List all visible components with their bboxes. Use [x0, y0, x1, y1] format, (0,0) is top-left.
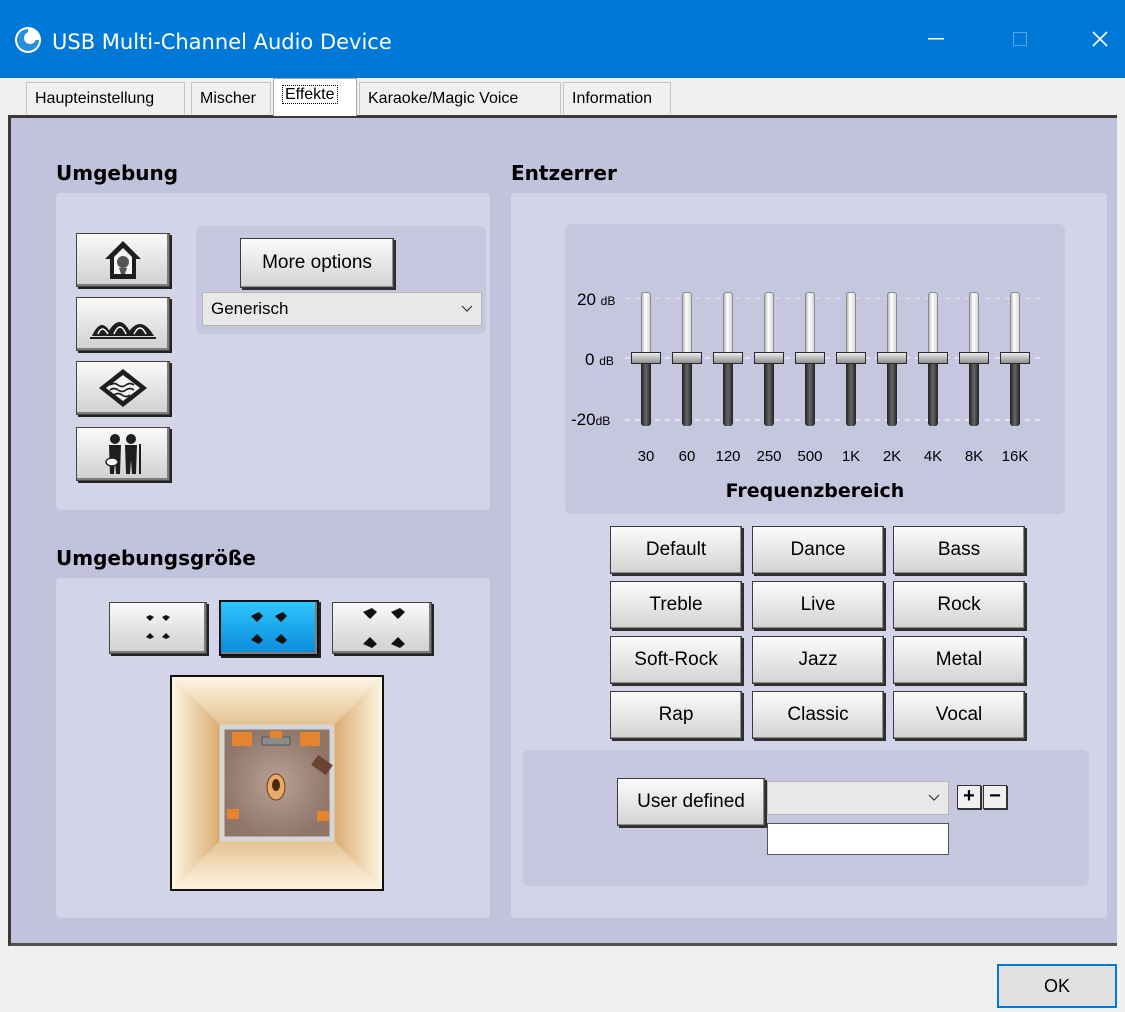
eq-slider-fill — [723, 364, 733, 426]
db-label-bottom: -20dB — [571, 410, 611, 429]
equalizer-box: 20 dB 0 dB -20dB 30 60 120 250 500 1K 2K 4K 8K 16… — [511, 193, 1107, 918]
environment-options-box: More options Generisch — [196, 226, 486, 334]
minimize-icon — [928, 38, 944, 40]
window-title: USB Multi-Channel Audio Device — [52, 30, 392, 54]
eq-slider-knob[interactable] — [918, 352, 948, 364]
eq-slider-fill — [805, 364, 815, 426]
user-defined-box: User defined + − — [523, 750, 1089, 886]
eq-sliders-box: 20 dB 0 dB -20dB 30 60 120 250 500 1K 2K 4K 8K 16… — [565, 224, 1065, 514]
eq-slider-knob[interactable] — [836, 352, 866, 364]
minimize-button[interactable] — [906, 18, 966, 60]
title-bar: USB Multi-Channel Audio Device — [0, 0, 1125, 78]
eq-frequency-label: 30 — [637, 448, 655, 465]
eq-slider-knob[interactable] — [631, 352, 661, 364]
tab-mischer[interactable]: Mischer — [191, 82, 271, 114]
user-preset-dropdown[interactable] — [767, 781, 949, 815]
eq-frequency-label: 120 — [715, 448, 741, 465]
eq-slider-fill — [1010, 364, 1020, 426]
tab-karaoke[interactable]: Karaoke/Magic Voice — [359, 82, 561, 114]
eq-frequency-label: 16K — [1001, 448, 1029, 465]
environment-button-musicians[interactable] — [76, 427, 170, 481]
eq-slider-knob[interactable] — [754, 352, 784, 364]
environment-button-underwater[interactable] — [76, 361, 170, 415]
preset-soft-rock-button[interactable]: Soft-Rock — [610, 636, 742, 684]
eq-slider-fill — [764, 364, 774, 426]
eq-frequency-label: 500 — [797, 448, 823, 465]
preset-rock-button[interactable]: Rock — [893, 581, 1025, 629]
chevron-down-icon — [928, 794, 940, 801]
environment-button-house[interactable] — [76, 233, 170, 287]
equalizer-title: Entzerrer — [511, 161, 617, 185]
eq-slider-knob[interactable] — [959, 352, 989, 364]
environment-button-concert-hall[interactable] — [76, 297, 170, 351]
eq-slider-fill — [928, 364, 938, 426]
eq-slider-knob[interactable] — [877, 352, 907, 364]
preset-classic-button[interactable]: Classic — [752, 691, 884, 739]
preset-treble-button[interactable]: Treble — [610, 581, 742, 629]
more-options-button[interactable]: More options — [240, 238, 394, 288]
underwater-icon — [99, 369, 147, 407]
musicians-icon — [105, 434, 141, 474]
tab-effekte[interactable]: Effekte — [273, 78, 357, 116]
room-visual — [172, 677, 382, 889]
eq-slider-knob[interactable] — [713, 352, 743, 364]
large-room-button[interactable] — [332, 602, 432, 654]
user-preset-name-input[interactable] — [767, 823, 949, 855]
frequency-range-label: Frequenzbereich — [725, 480, 905, 502]
house-icon — [105, 241, 141, 279]
eq-slider-knob[interactable] — [795, 352, 825, 364]
eq-slider-fill — [682, 364, 692, 426]
environment-dropdown[interactable]: Generisch — [202, 292, 482, 326]
maximize-button[interactable] — [990, 18, 1050, 60]
environment-box: More options Generisch — [56, 193, 490, 510]
eq-frequency-label: 8K — [964, 448, 984, 465]
close-button[interactable] — [1070, 18, 1125, 60]
room-illustration — [170, 675, 384, 891]
preset-rap-button[interactable]: Rap — [610, 691, 742, 739]
app-logo-icon — [14, 26, 42, 54]
environment-title: Umgebung — [56, 161, 179, 185]
medium-room-icon — [251, 612, 287, 644]
concert-hall-icon — [90, 322, 156, 339]
preset-live-button[interactable]: Live — [752, 581, 884, 629]
large-room-icon — [363, 608, 405, 648]
preset-dance-button[interactable]: Dance — [752, 526, 884, 574]
effects-panel: Umgebung More options Generisch Umgebung… — [8, 115, 1117, 946]
eq-slider-fill — [641, 364, 651, 426]
maximize-icon — [1013, 32, 1027, 46]
db-label-top: 20 dB — [577, 290, 616, 309]
small-room-icon — [146, 615, 170, 639]
preset-vocal-button[interactable]: Vocal — [893, 691, 1025, 739]
preset-bass-button[interactable]: Bass — [893, 526, 1025, 574]
close-icon — [1092, 31, 1108, 47]
eq-slider-knob[interactable] — [672, 352, 702, 364]
eq-slider-fill — [846, 364, 856, 426]
room-size-title: Umgebungsgröße — [56, 546, 256, 570]
eq-frequency-label: 60 — [678, 448, 696, 465]
preset-metal-button[interactable]: Metal — [893, 636, 1025, 684]
eq-slider-fill — [887, 364, 897, 426]
user-defined-button[interactable]: User defined — [617, 778, 765, 826]
room-size-box — [56, 578, 490, 918]
tab-information[interactable]: Information — [563, 82, 671, 114]
eq-frequency-label: 1K — [841, 448, 861, 465]
eq-slider-fill — [969, 364, 979, 426]
db-label-mid: 0 dB — [585, 350, 614, 369]
chevron-down-icon — [461, 305, 473, 312]
eq-frequency-label: 4K — [923, 448, 943, 465]
small-room-button[interactable] — [109, 602, 207, 654]
eq-frequency-label: 250 — [756, 448, 782, 465]
preset-jazz-button[interactable]: Jazz — [752, 636, 884, 684]
remove-preset-button[interactable]: − — [983, 785, 1007, 809]
tab-haupteinstellung[interactable]: Haupteinstellung — [26, 82, 185, 114]
ok-button[interactable]: OK — [997, 964, 1117, 1008]
eq-slider-knob[interactable] — [1000, 352, 1030, 364]
medium-room-button[interactable] — [219, 600, 319, 656]
preset-default-button[interactable]: Default — [610, 526, 742, 574]
eq-frequency-label: 2K — [882, 448, 902, 465]
add-preset-button[interactable]: + — [957, 785, 981, 809]
